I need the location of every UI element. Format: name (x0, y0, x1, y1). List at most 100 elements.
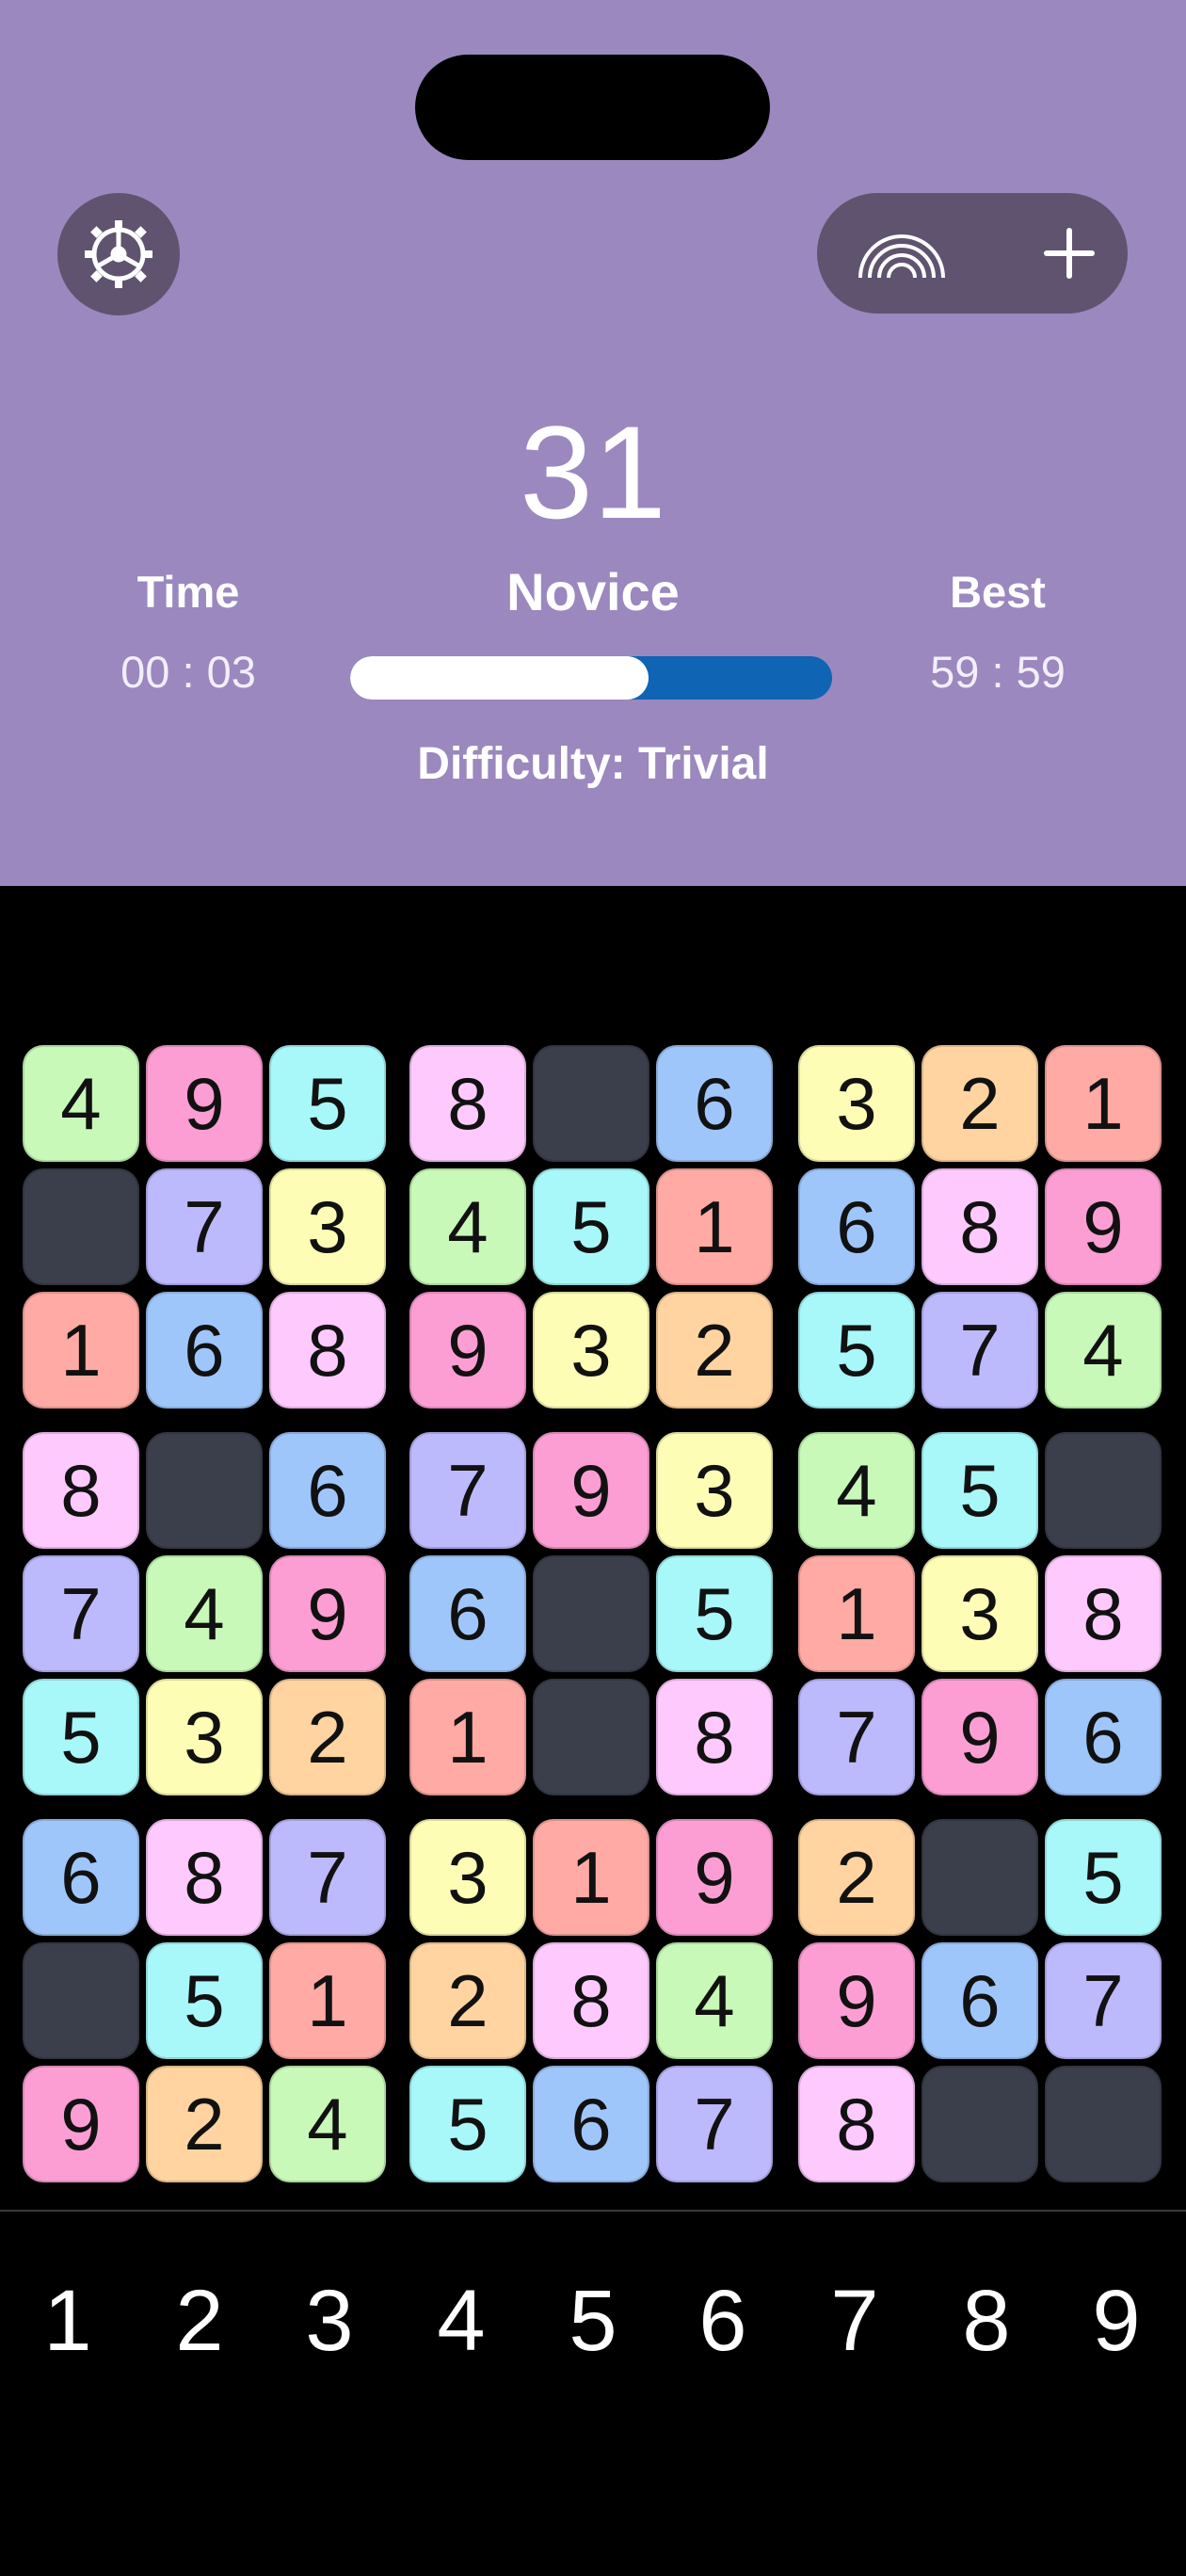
number-pad-button-7[interactable]: 7 (803, 2269, 906, 2373)
board-cell[interactable]: 4 (1045, 1292, 1162, 1409)
board-cell[interactable]: 2 (922, 1045, 1038, 1162)
board-cell[interactable]: 5 (533, 1168, 649, 1285)
empty-board-cell[interactable] (922, 1819, 1038, 1936)
board-cell[interactable]: 2 (146, 2066, 263, 2182)
number-pad-button-8[interactable]: 8 (935, 2269, 1038, 2373)
board-cell[interactable]: 1 (1045, 1045, 1162, 1162)
board-cell[interactable]: 7 (798, 1679, 915, 1795)
board-cell[interactable]: 6 (1045, 1679, 1162, 1795)
board-cell[interactable]: 2 (409, 1942, 526, 2059)
board-cell[interactable]: 3 (269, 1168, 386, 1285)
empty-board-cell[interactable] (533, 1555, 649, 1672)
board-cell[interactable]: 7 (656, 2066, 773, 2182)
board-cell[interactable]: 1 (798, 1555, 915, 1672)
board-cell[interactable]: 9 (146, 1045, 263, 1162)
board-cell[interactable]: 4 (146, 1555, 263, 1672)
number-pad-button-5[interactable]: 5 (541, 2269, 645, 2373)
board-cell[interactable]: 5 (656, 1555, 773, 1672)
plus-icon (1044, 228, 1095, 279)
board-cell[interactable]: 8 (1045, 1555, 1162, 1672)
board-cell[interactable]: 6 (922, 1942, 1038, 2059)
board-cell[interactable]: 9 (922, 1679, 1038, 1795)
time-label: Time (136, 567, 240, 617)
empty-board-cell[interactable] (1045, 2066, 1162, 2182)
empty-board-cell[interactable] (1045, 1432, 1162, 1549)
number-pad-button-1[interactable]: 1 (16, 2269, 120, 2373)
board-cell[interactable]: 5 (23, 1679, 139, 1795)
board-cell[interactable]: 6 (269, 1432, 386, 1549)
board-cell[interactable]: 5 (409, 2066, 526, 2182)
board-cell[interactable]: 6 (146, 1292, 263, 1409)
number-pad-button-4[interactable]: 4 (409, 2269, 513, 2373)
board-cell[interactable]: 9 (798, 1942, 915, 2059)
dynamic-island (415, 55, 770, 160)
board-cell[interactable]: 7 (1045, 1942, 1162, 2059)
board-cell[interactable]: 7 (269, 1819, 386, 1936)
board-cell[interactable]: 9 (656, 1819, 773, 1936)
board-cell[interactable]: 8 (656, 1679, 773, 1795)
board-cell[interactable]: 6 (409, 1555, 526, 1672)
board-cell[interactable]: 1 (409, 1679, 526, 1795)
gear-icon (85, 220, 152, 288)
board-cell[interactable]: 6 (23, 1819, 139, 1936)
board-cell[interactable]: 8 (146, 1819, 263, 1936)
board-cell[interactable]: 3 (533, 1292, 649, 1409)
board-cell[interactable]: 6 (533, 2066, 649, 2182)
number-pad-button-9[interactable]: 9 (1065, 2269, 1168, 2373)
empty-board-cell[interactable] (23, 1168, 139, 1285)
board-cell[interactable]: 8 (922, 1168, 1038, 1285)
board-cell[interactable]: 4 (656, 1942, 773, 2059)
board-cell[interactable]: 7 (23, 1555, 139, 1672)
board-cell[interactable]: 3 (146, 1679, 263, 1795)
board-cell[interactable]: 1 (656, 1168, 773, 1285)
number-pad-button-6[interactable]: 6 (671, 2269, 775, 2373)
board-cell[interactable]: 5 (798, 1292, 915, 1409)
board-cell[interactable]: 8 (409, 1045, 526, 1162)
board-cell[interactable]: 6 (656, 1045, 773, 1162)
board-cell[interactable]: 9 (409, 1292, 526, 1409)
board-cell[interactable]: 9 (23, 2066, 139, 2182)
board-cell[interactable]: 9 (1045, 1168, 1162, 1285)
board-cell[interactable]: 3 (922, 1555, 1038, 1672)
board-cell[interactable]: 4 (23, 1045, 139, 1162)
board-cell[interactable]: 2 (656, 1292, 773, 1409)
board-cell[interactable]: 9 (533, 1432, 649, 1549)
empty-board-cell[interactable] (23, 1942, 139, 2059)
board-cell[interactable]: 6 (798, 1168, 915, 1285)
board-cell[interactable]: 1 (269, 1942, 386, 2059)
board-cell[interactable]: 2 (798, 1819, 915, 1936)
board-cell[interactable]: 8 (269, 1292, 386, 1409)
board-cell[interactable]: 1 (23, 1292, 139, 1409)
board-cell[interactable]: 3 (409, 1819, 526, 1936)
board-cell[interactable]: 3 (656, 1432, 773, 1549)
empty-board-cell[interactable] (146, 1432, 263, 1549)
number-pad-button-2[interactable]: 2 (148, 2269, 251, 2373)
board-cell[interactable]: 5 (146, 1942, 263, 2059)
empty-board-cell[interactable] (922, 2066, 1038, 2182)
divider (0, 2210, 1186, 2212)
board-cell[interactable]: 8 (798, 2066, 915, 2182)
board-cell[interactable]: 7 (922, 1292, 1038, 1409)
new-game-button[interactable] (1022, 206, 1116, 300)
empty-board-cell[interactable] (533, 1679, 649, 1795)
board-cell[interactable]: 7 (409, 1432, 526, 1549)
board-cell[interactable]: 4 (269, 2066, 386, 2182)
board-cell[interactable]: 5 (1045, 1819, 1162, 1936)
rainbow-icon (858, 234, 945, 279)
theme-button[interactable] (845, 206, 958, 300)
settings-button[interactable] (57, 193, 180, 315)
board-cell[interactable]: 1 (533, 1819, 649, 1936)
board-cell[interactable]: 4 (798, 1432, 915, 1549)
board-cell[interactable]: 5 (269, 1045, 386, 1162)
board-cell[interactable]: 5 (922, 1432, 1038, 1549)
board-cell[interactable]: 8 (533, 1942, 649, 2059)
board-cell[interactable]: 2 (269, 1679, 386, 1795)
board-cell[interactable]: 8 (23, 1432, 139, 1549)
empty-board-cell[interactable] (533, 1045, 649, 1162)
number-pad-button-3[interactable]: 3 (278, 2269, 381, 2373)
level-label: Novice (506, 562, 680, 621)
board-cell[interactable]: 3 (798, 1045, 915, 1162)
board-cell[interactable]: 4 (409, 1168, 526, 1285)
board-cell[interactable]: 9 (269, 1555, 386, 1672)
board-cell[interactable]: 7 (146, 1168, 263, 1285)
